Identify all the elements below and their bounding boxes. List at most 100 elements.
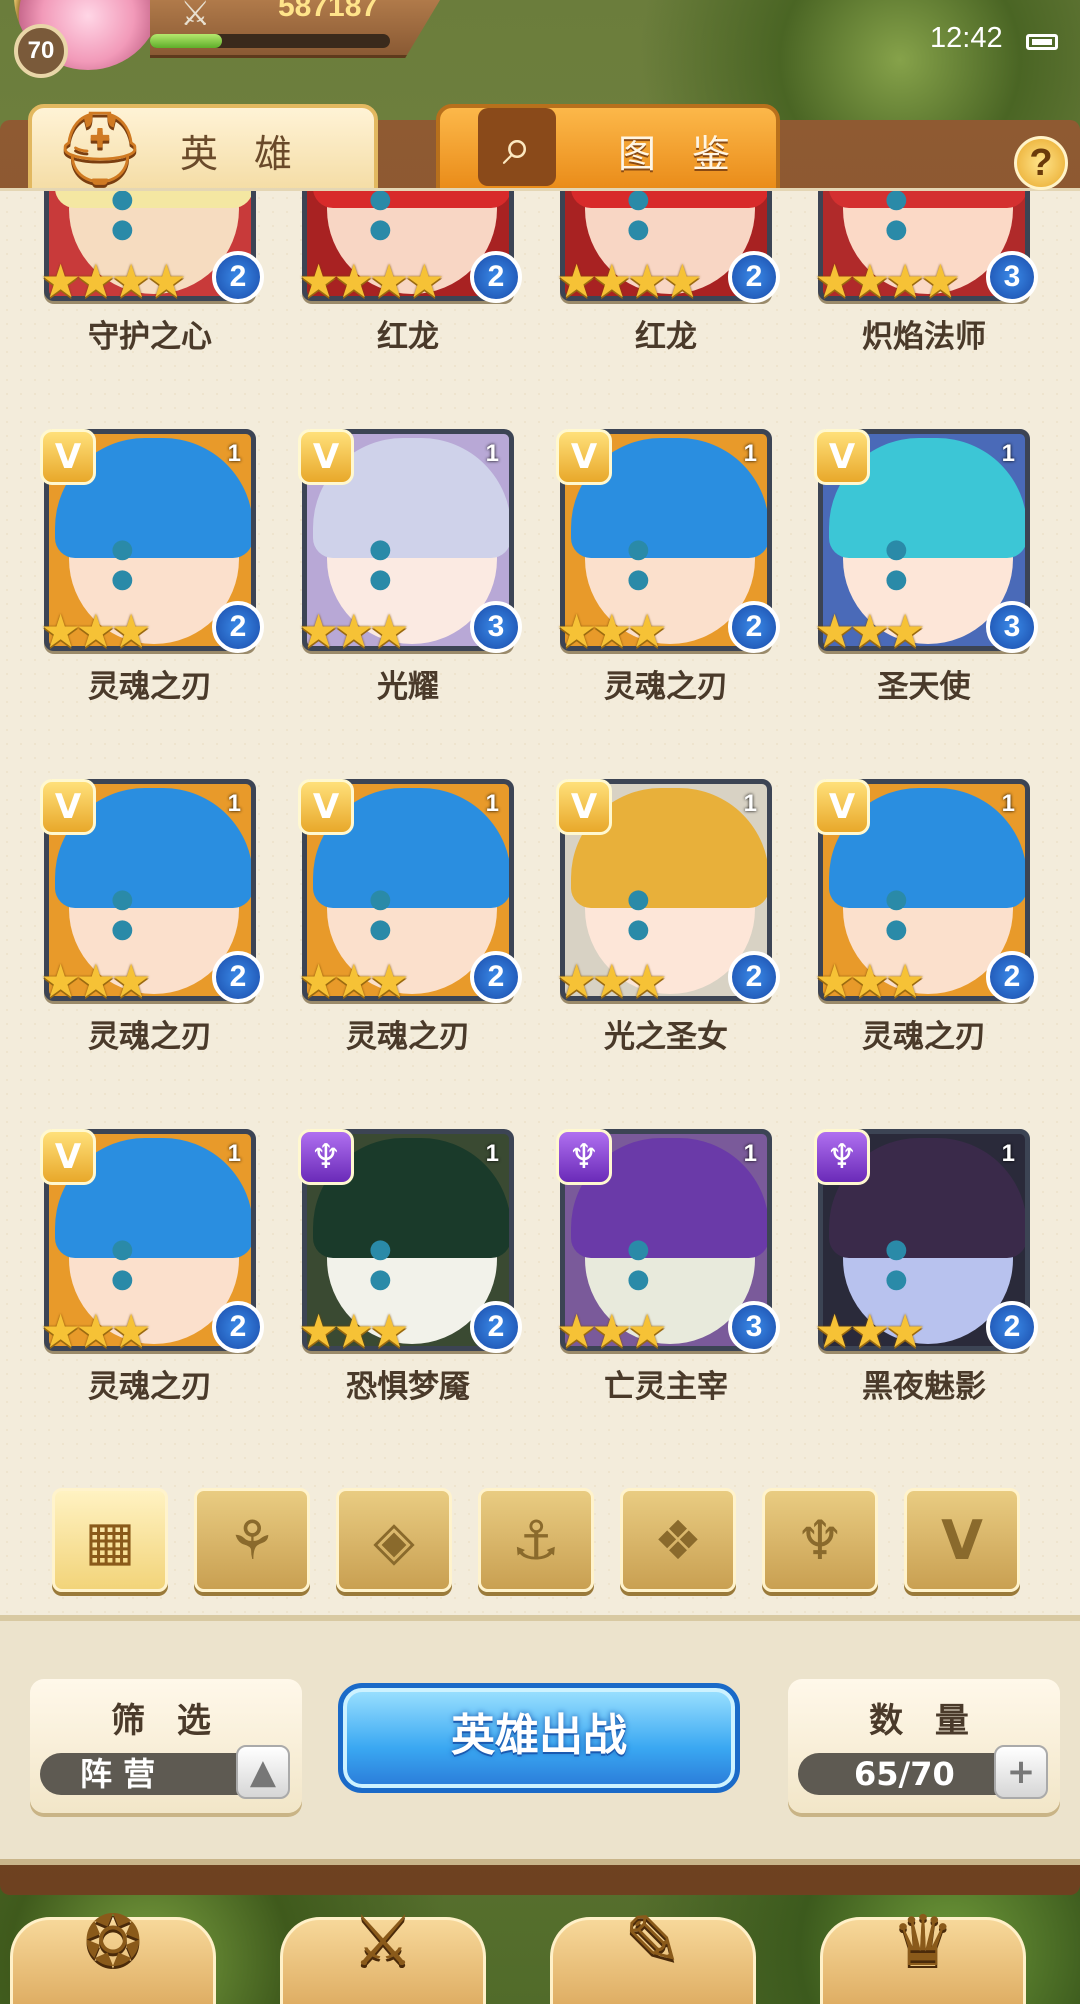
hero-eyes: ● ●	[627, 534, 680, 594]
light-faction-icon: V	[40, 429, 96, 485]
hero-card[interactable]: ● ● 1 V ★★★ 2 灵魂之刃	[556, 429, 780, 729]
hero-card[interactable]: ● ● 1 V ★★★ 2 灵魂之刃	[40, 779, 264, 1079]
hero-stars: ★★★	[298, 1304, 410, 1358]
filter-button[interactable]: ❖	[620, 1488, 736, 1592]
hero-rank: 1	[485, 790, 499, 817]
power-swords-icon: ⚔	[180, 0, 211, 34]
hero-eyes: ● ●	[111, 884, 164, 944]
hero-name: 红龙	[635, 319, 697, 355]
filter-button[interactable]: ⚓	[478, 1488, 594, 1592]
hero-eyes: ● ●	[369, 884, 422, 944]
filter-button[interactable]: ⚘	[194, 1488, 310, 1592]
hero-name: 光耀	[377, 669, 439, 705]
swords-icon: ⚔	[351, 1900, 415, 1982]
hero-card[interactable]: ● ● ★★★★ 2 红龙	[298, 191, 522, 379]
all-icon: ▦	[84, 1508, 136, 1572]
hero-card[interactable]: ● ● 1 ♆ ★★★ 2 恐惧梦魇	[298, 1129, 522, 1429]
hero-stars: ★★★	[298, 604, 410, 658]
hero-name: 黑夜魅影	[862, 1369, 986, 1405]
hero-card[interactable]: ● ● ★★★★ 3 炽焰法师	[814, 191, 1038, 379]
hero-card[interactable]: ● ● 1 ♆ ★★★ 3 亡灵主宰	[556, 1129, 780, 1429]
light-faction-icon: V	[298, 429, 354, 485]
hero-stars: ★★★	[556, 954, 668, 1008]
hero-name: 炽焰法师	[862, 319, 986, 355]
hero-name: 红龙	[377, 319, 439, 355]
hero-card[interactable]: ● ● 1 V ★★★ 2 灵魂之刃	[814, 779, 1038, 1079]
light-faction-icon: V	[40, 1129, 96, 1185]
hero-card[interactable]: ● ● 1 V ★★★ 2 灵魂之刃	[298, 779, 522, 1079]
bottom-nav: ❂ ⚔ ✎ ♛	[0, 1895, 1080, 2004]
diamond-faction-icon: ◈	[373, 1508, 415, 1572]
hero-level-badge: 2	[728, 251, 780, 303]
hero-card[interactable]: ● ● 1 V ★★★ 3 圣天使	[814, 429, 1038, 729]
filter-button[interactable]: ◈	[336, 1488, 452, 1592]
hero-level-badge: 2	[212, 601, 264, 653]
tab-bar: ⛑ 英 雄 ⌕ 图 鉴	[0, 90, 1080, 200]
hero-eyes: ● ●	[885, 884, 938, 944]
demon-faction-icon: ♆	[795, 1508, 845, 1572]
hero-stars: ★★★	[814, 604, 926, 658]
exp-bar-fill	[150, 34, 222, 48]
hero-eyes: ● ●	[111, 1234, 164, 1294]
hero-level-badge: 2	[986, 1301, 1038, 1353]
filter-button[interactable]: ▦	[52, 1488, 168, 1592]
hero-rank: 1	[1001, 1140, 1015, 1167]
tab-heroes[interactable]: ⛑ 英 雄	[28, 104, 378, 196]
add-slot-button[interactable]: +	[994, 1745, 1048, 1799]
hero-level-badge: 3	[728, 1301, 780, 1353]
hero-stars: ★★★	[40, 604, 152, 658]
nav-item[interactable]: ❂	[10, 1900, 216, 2004]
hero-card[interactable]: ● ● 1 ♆ ★★★ 2 黑夜魅影	[814, 1129, 1038, 1429]
hero-rank: 1	[1001, 440, 1015, 467]
hero-card[interactable]: ● ● ★★★★ 2 红龙	[556, 191, 780, 379]
hero-eyes: ● ●	[627, 884, 680, 944]
hero-card[interactable]: ● ● 1 V ★★★ 2 灵魂之刃	[40, 429, 264, 729]
nav-item[interactable]: ✎	[550, 1900, 756, 2004]
hero-eyes: ● ●	[885, 191, 938, 244]
deploy-heroes-button[interactable]: 英雄出战	[338, 1683, 740, 1793]
hero-name: 灵魂之刃	[862, 1019, 986, 1055]
light-faction-icon: V	[556, 429, 612, 485]
hero-rank: 1	[227, 790, 241, 817]
hero-stars: ★★★	[556, 604, 668, 658]
hero-name: 亡灵主宰	[604, 1369, 728, 1405]
hero-stars: ★★★★	[298, 254, 445, 308]
tab-codex-label: 图 鉴	[617, 131, 743, 176]
filter-button[interactable]: V	[904, 1488, 1020, 1592]
hero-card[interactable]: ● ● 1 V ★★★ 2 灵魂之刃	[40, 1129, 264, 1429]
hero-card[interactable]: ● ● 1 V ★★★ 3 光耀	[298, 429, 522, 729]
hero-level-badge: 2	[470, 951, 522, 1003]
count-title: 数 量	[869, 1701, 979, 1741]
filter-toggle-button[interactable]: ▲	[236, 1745, 290, 1799]
faction-filter-row: ▦ ⚘ ◈ ⚓ ❖ ♆ V	[52, 1488, 1032, 1598]
crown-icon: ♛	[891, 1900, 955, 1982]
hero-rank: 1	[1001, 790, 1015, 817]
tab-codex[interactable]: ⌕ 图 鉴	[436, 104, 780, 196]
hero-rank: 1	[227, 440, 241, 467]
dark-faction-icon: ♆	[556, 1129, 612, 1185]
light-faction-icon: V	[298, 779, 354, 835]
hero-eyes: ● ●	[369, 534, 422, 594]
hero-rank: 1	[485, 1140, 499, 1167]
filter-box: 筛 选 阵 营 ▲	[30, 1679, 302, 1813]
nav-item[interactable]: ♛	[820, 1900, 1026, 2004]
hero-stars: ★★★★	[556, 254, 703, 308]
hero-stars: ★★★	[298, 954, 410, 1008]
light-faction-icon: V	[941, 1508, 983, 1572]
help-button[interactable]: ?	[1014, 136, 1068, 190]
hero-eyes: ● ●	[627, 191, 680, 244]
nav-item[interactable]: ⚔	[280, 1900, 486, 2004]
hero-grid[interactable]: ● ● ★★★★ 2 守护之心 ● ● ★★★★ 2 红龙 ● ● ★★★★ 2 红龙 ● ● ★★★★ 3…	[0, 191, 1080, 1461]
hero-level-badge: 2	[986, 951, 1038, 1003]
hero-eyes: ● ●	[369, 1234, 422, 1294]
hero-level-badge: 2	[212, 1301, 264, 1353]
hero-card[interactable]: ● ● ★★★★ 2 守护之心	[40, 191, 264, 379]
light-faction-icon: V	[814, 779, 870, 835]
filter-button[interactable]: ♆	[762, 1488, 878, 1592]
hero-card[interactable]: ● ● 1 V ★★★ 2 光之圣女	[556, 779, 780, 1079]
hero-stars: ★★★	[814, 954, 926, 1008]
hero-name: 灵魂之刃	[604, 669, 728, 705]
player-power: 587187	[278, 0, 379, 23]
hero-level-badge: 2	[212, 251, 264, 303]
hero-stars: ★★★	[556, 1304, 668, 1358]
